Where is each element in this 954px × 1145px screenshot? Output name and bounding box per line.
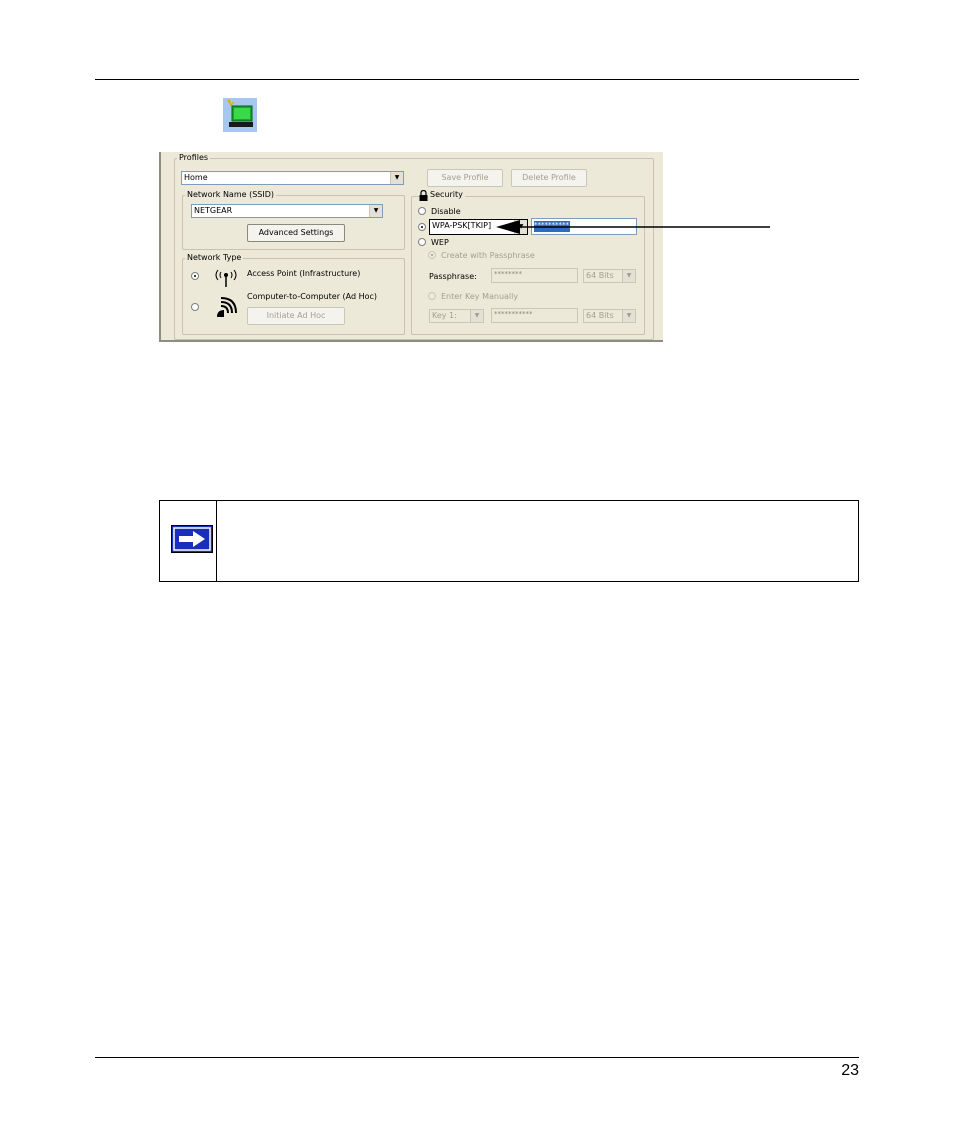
note-divider bbox=[216, 501, 217, 581]
chevron-down-icon[interactable]: ▼ bbox=[369, 205, 382, 217]
ad-hoc-label: Computer-to-Computer (Ad Hoc) bbox=[247, 292, 378, 301]
disable-label: Disable bbox=[431, 207, 461, 216]
chevron-down-icon[interactable]: ▼ bbox=[622, 310, 635, 322]
security-mode-select[interactable]: WPA-PSK[TKIP] ▼ bbox=[429, 219, 528, 235]
advanced-settings-button[interactable]: Advanced Settings bbox=[247, 224, 345, 242]
passphrase-label: Passphrase: bbox=[429, 272, 477, 281]
bits-select-passphrase[interactable]: 64 Bits ▼ bbox=[583, 269, 636, 283]
ssid-select[interactable]: NETGEAR ▼ bbox=[191, 204, 383, 218]
network-type-legend: Network Type bbox=[185, 253, 244, 263]
enter-key-manually-label: Enter Key Manually bbox=[441, 292, 519, 301]
footer-rule bbox=[95, 1057, 859, 1058]
key-index-select[interactable]: Key 1: ▼ bbox=[429, 309, 484, 323]
create-with-passphrase-radio[interactable] bbox=[428, 251, 436, 259]
disable-radio[interactable] bbox=[418, 207, 426, 215]
delete-profile-button[interactable]: Delete Profile bbox=[511, 169, 587, 187]
access-point-label: Access Point (Infrastructure) bbox=[247, 269, 361, 278]
header-rule bbox=[95, 79, 859, 80]
access-point-radio[interactable] bbox=[191, 272, 199, 280]
wireless-utility-settings-panel: Profiles Home ▼ Save Profile Delete Prof… bbox=[159, 152, 663, 342]
bits-select-manual-value: 64 Bits bbox=[586, 311, 614, 320]
wpa-key-field[interactable]: ********** bbox=[531, 218, 637, 235]
wep-label: WEP bbox=[431, 238, 449, 247]
wpa-psk-radio[interactable] bbox=[418, 223, 426, 231]
initiate-ad-hoc-button[interactable]: Initiate Ad Hoc bbox=[247, 307, 345, 325]
chevron-down-icon[interactable]: ▼ bbox=[470, 310, 483, 322]
profile-select-value: Home bbox=[184, 173, 208, 182]
profiles-legend: Profiles bbox=[177, 153, 211, 163]
network-name-legend: Network Name (SSID) bbox=[185, 190, 277, 200]
key-index-value: Key 1: bbox=[432, 311, 457, 320]
create-with-passphrase-label: Create with Passphrase bbox=[441, 251, 535, 260]
page-number: 23 bbox=[841, 1062, 859, 1079]
bits-select-manual[interactable]: 64 Bits ▼ bbox=[583, 309, 636, 323]
wireless-utility-tray-icon[interactable] bbox=[223, 98, 257, 132]
lock-icon bbox=[419, 190, 428, 201]
enter-key-manually-radio[interactable] bbox=[428, 292, 436, 300]
passphrase-input[interactable]: ******** bbox=[491, 268, 578, 283]
antenna-icon bbox=[215, 269, 237, 287]
chevron-down-icon[interactable]: ▼ bbox=[390, 172, 403, 184]
ssid-select-value: NETGEAR bbox=[194, 206, 233, 215]
save-profile-button[interactable]: Save Profile bbox=[427, 169, 503, 187]
arrow-right-note-icon bbox=[171, 525, 213, 553]
ad-hoc-radio[interactable] bbox=[191, 303, 199, 311]
bits-select-passphrase-value: 64 Bits bbox=[586, 271, 614, 280]
computer-to-computer-icon bbox=[217, 297, 237, 317]
wep-radio[interactable] bbox=[418, 238, 426, 246]
profile-select[interactable]: Home ▼ bbox=[181, 171, 404, 185]
security-legend: Security bbox=[428, 190, 465, 200]
manual-key-input[interactable]: *********** bbox=[491, 308, 578, 323]
chevron-down-icon[interactable]: ▼ bbox=[622, 270, 635, 282]
note-box bbox=[159, 500, 859, 582]
security-mode-value: WPA-PSK[TKIP] bbox=[432, 221, 492, 230]
wpa-key-selection: ********** bbox=[534, 221, 570, 232]
chevron-down-icon[interactable]: ▼ bbox=[514, 220, 527, 234]
